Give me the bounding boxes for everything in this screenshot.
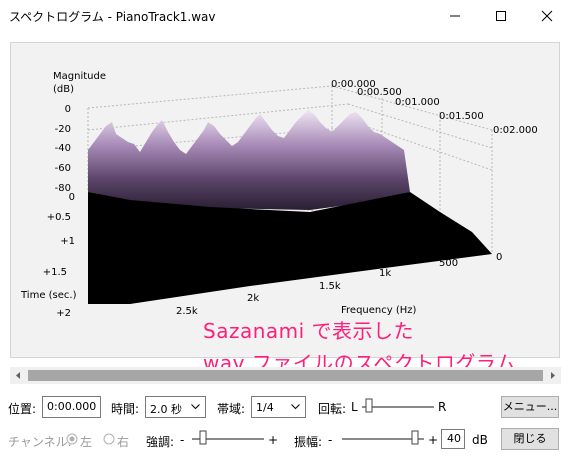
rotation-slider[interactable] (360, 397, 436, 415)
time-tick-label: +1.5 (42, 267, 67, 278)
scrollbar-thumb[interactable] (28, 370, 543, 381)
channel-label: チャンネル: (8, 435, 72, 449)
magnitude-axis-label: Magnitude (dB) (53, 71, 106, 95)
menu-button[interactable]: メニュー... (501, 396, 559, 418)
time-tick-label: +2 (56, 308, 71, 319)
magnitude-tick-label: -40 (54, 143, 71, 154)
time-label: 時間: (111, 402, 140, 416)
frequency-tick-label: 1k (379, 268, 392, 279)
time-select[interactable]: 2.0 秒 (145, 396, 206, 418)
band-select[interactable]: 1/4 (251, 396, 306, 418)
minimize-icon (450, 15, 460, 17)
emphasis-label: 強調: (146, 435, 175, 449)
chevron-down-icon (191, 404, 200, 410)
channel-left-label: 左 (80, 435, 93, 449)
maximize-icon (496, 11, 506, 21)
position-tick-label: 0:02.000 (493, 125, 538, 136)
position-label: 位置: (8, 402, 37, 416)
position-tick-label: 0:01.500 (439, 111, 484, 122)
time-select-value: 2.0 秒 (150, 403, 182, 416)
caption-line-1: Sazanami で表示した (203, 319, 415, 343)
scroll-left-icon[interactable] (12, 369, 24, 382)
amplitude-unit-label: dB (472, 433, 488, 447)
channel-right-radio[interactable] (103, 433, 115, 445)
frequency-tick-label: 1.5k (319, 281, 341, 292)
window-title: スペクトログラム - PianoTrack1.wav (9, 10, 216, 24)
title-bar: スペクトログラム - PianoTrack1.wav (0, 0, 570, 31)
rotation-left-label: L (351, 400, 358, 414)
emphasis-minus-label: - (180, 433, 185, 447)
horizontal-scrollbar[interactable] (10, 367, 561, 384)
position-tick-label: 0:01.000 (395, 97, 440, 108)
time-tick-label: 0 (68, 192, 75, 203)
close-button[interactable]: 閉じる (501, 428, 559, 450)
emphasis-slider[interactable] (190, 429, 266, 447)
magnitude-tick-label: -60 (54, 163, 71, 174)
frequency-tick-label: 0 (496, 252, 503, 263)
band-label: 帯域: (217, 402, 246, 416)
amplitude-field[interactable]: 40 (441, 429, 465, 449)
band-select-value: 1/4 (256, 401, 274, 414)
amplitude-plus-label: + (428, 433, 439, 447)
amplitude-minus-label: - (328, 433, 333, 447)
time-axis-label: Time (sec.) (21, 290, 77, 301)
chevron-down-icon (291, 404, 300, 410)
position-field[interactable]: 0:00.000 (42, 396, 101, 418)
spectrogram-view[interactable]: Magnitude (dB) 0 -20 -40 -60 -80 0 +0.5 +1 +1.5… (10, 42, 560, 375)
rotation-right-label: R (438, 400, 447, 414)
maximize-button[interactable] (478, 0, 524, 31)
rotation-label: 回転: (318, 402, 347, 416)
time-tick-label: +1 (60, 236, 75, 247)
scroll-right-icon[interactable] (547, 369, 559, 382)
magnitude-tick-label: 0 (64, 104, 71, 115)
time-tick-label: +0.5 (46, 212, 71, 223)
channel-left-radio[interactable] (66, 433, 78, 445)
amplitude-slider[interactable] (340, 429, 426, 447)
close-icon (541, 10, 553, 22)
frequency-tick-label: 2.5k (176, 306, 198, 317)
amplitude-label: 振幅: (294, 435, 323, 449)
close-window-button[interactable] (524, 0, 570, 31)
magnitude-tick-label: -20 (54, 124, 71, 135)
frequency-tick-label: 500 (439, 258, 459, 269)
frequency-tick-label: 2k (247, 293, 260, 304)
minimize-button[interactable] (432, 0, 478, 31)
emphasis-plus-label: + (268, 433, 279, 447)
channel-right-label: 右 (117, 435, 130, 449)
